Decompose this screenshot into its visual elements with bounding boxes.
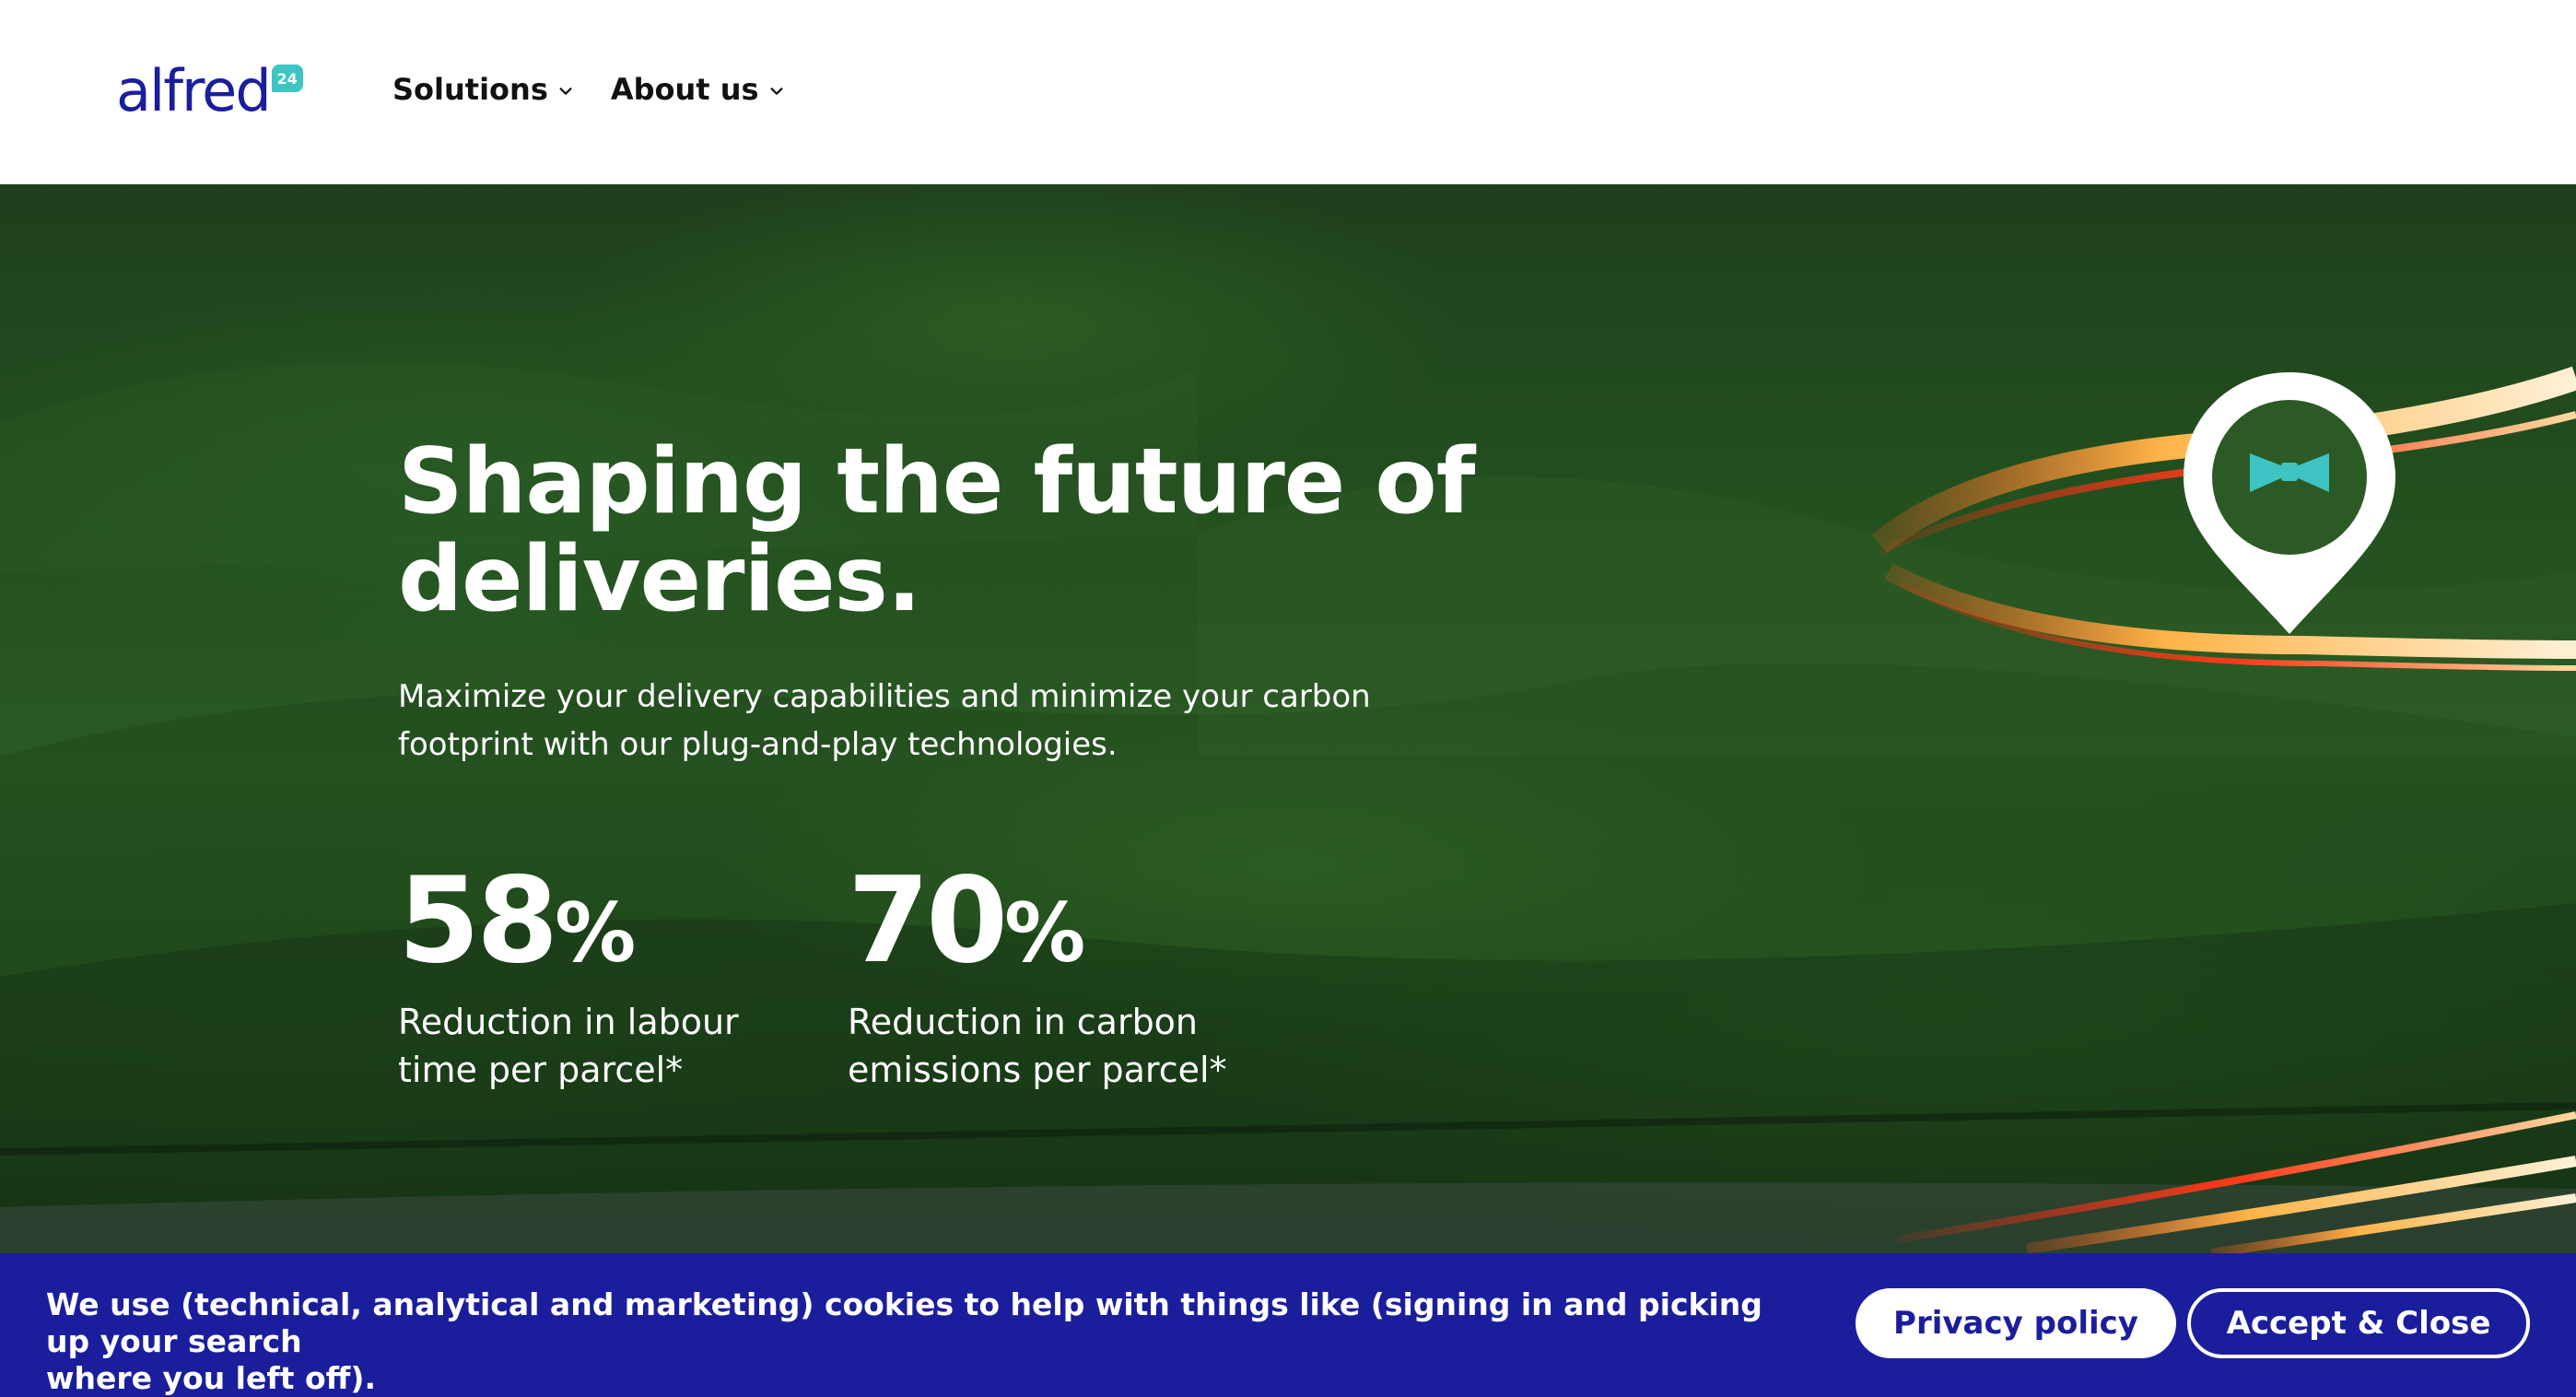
stat-labour-time: 58% Reduction in labour time per parcel* [398, 857, 822, 1094]
cookie-banner: We use (technical, analytical and market… [0, 1253, 2576, 1397]
nav-item-label: About us [610, 72, 759, 107]
accept-close-button[interactable]: Accept & Close [2187, 1288, 2530, 1358]
logo-badge: 24 [271, 65, 303, 92]
stat-value: 58% [398, 857, 822, 998]
stat-unit: % [1004, 886, 1085, 980]
nav-item-solutions[interactable]: Solutions [392, 66, 574, 112]
hero-title: Shaping the future of deliveries. [398, 433, 1504, 628]
stat-label-line-2: time per parcel* [398, 1050, 684, 1090]
stat-label-line-1: Reduction in labour [398, 1002, 739, 1042]
stat-number: 70 [848, 852, 1008, 990]
stat-carbon-emissions: 70% Reduction in carbon emissions per pa… [848, 857, 1271, 1094]
hero-title-line-2: deliveries. [398, 527, 921, 632]
hero-section: Shaping the future of deliveries. Maximi… [0, 184, 2576, 1253]
stat-label: Reduction in carbon emissions per parcel… [848, 998, 1271, 1094]
privacy-policy-button[interactable]: Privacy policy [1856, 1288, 2176, 1358]
site-header: alfred 24 Solutions About us [0, 0, 2576, 184]
stat-label-line-1: Reduction in carbon [848, 1002, 1199, 1042]
stat-number: 58 [398, 852, 558, 990]
hero-subtitle: Maximize your delivery capabilities and … [398, 673, 1393, 769]
main-nav: Solutions About us [392, 66, 785, 112]
hero-subtitle-line-1: Maximize your delivery capabilities and … [398, 678, 1371, 715]
cookie-message: We use (technical, analytical and market… [46, 1286, 1815, 1397]
stat-label-line-2: emissions per parcel* [848, 1050, 1227, 1090]
nav-item-label: Solutions [392, 72, 548, 107]
stat-value: 70% [848, 857, 1271, 998]
chevron-down-icon [768, 72, 785, 107]
alfred24-logo[interactable]: alfred 24 [116, 59, 303, 123]
hero-subtitle-line-2: footprint with our plug-and-play technol… [398, 726, 1118, 763]
stat-label: Reduction in labour time per parcel* [398, 998, 822, 1094]
location-pin-bowtie-icon [2184, 372, 2395, 634]
chevron-down-icon [557, 72, 574, 107]
stat-unit: % [555, 886, 636, 980]
cookie-message-line-2: where you left off). [46, 1360, 377, 1396]
nav-item-about-us[interactable]: About us [611, 66, 785, 112]
cookie-message-line-1: We use (technical, analytical and market… [46, 1286, 1762, 1359]
hero-title-line-1: Shaping the future of [398, 429, 1475, 534]
logo-wordmark: alfred [116, 57, 272, 124]
